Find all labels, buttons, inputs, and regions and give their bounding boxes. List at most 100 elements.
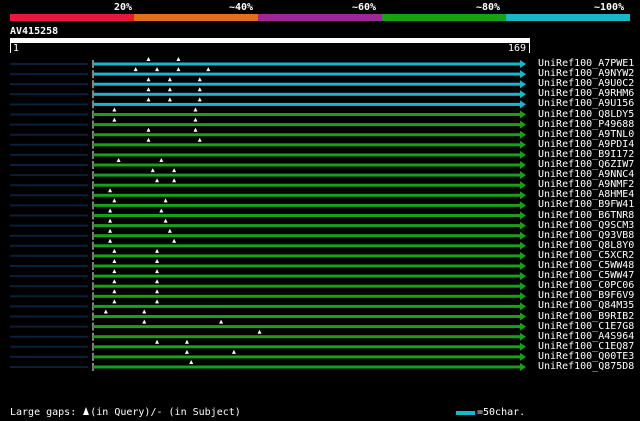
hit-alignment-bar[interactable] xyxy=(93,173,520,177)
query-gap-marker-icon xyxy=(112,289,117,294)
query-gap-marker-icon xyxy=(206,67,211,72)
query-gap-marker-icon xyxy=(112,117,117,122)
query-gap-marker-icon xyxy=(146,127,151,132)
hit-alignment-bar[interactable] xyxy=(93,153,520,157)
hit-arrow-icon xyxy=(520,342,526,351)
query-gap-marker-icon xyxy=(83,407,90,415)
hit-arrow-icon xyxy=(520,191,526,200)
hit-arrow-icon xyxy=(520,150,526,159)
hit-alignment-bar[interactable] xyxy=(93,325,520,329)
query-gap-marker-icon xyxy=(159,208,164,213)
query-gap-marker-icon xyxy=(193,117,198,122)
query-gap-marker-icon xyxy=(257,329,262,334)
hit-arrow-icon xyxy=(520,140,526,149)
hit-alignment-bar[interactable] xyxy=(93,365,520,369)
hit-alignment-bar[interactable] xyxy=(93,244,520,248)
scale-bar xyxy=(456,411,475,415)
hit-arrow-icon xyxy=(520,302,526,311)
hit-label[interactable]: UniRef100_Q875D8 xyxy=(538,361,634,372)
hit-arrow-icon xyxy=(520,251,526,260)
query-gap-marker-icon xyxy=(172,238,177,243)
hit-alignment-bar[interactable] xyxy=(93,133,520,137)
hit-arrow-icon xyxy=(520,171,526,180)
hit-alignment-bar[interactable] xyxy=(93,143,520,147)
hit-alignment-bar[interactable] xyxy=(93,183,520,187)
hit-alignment-bar[interactable] xyxy=(93,214,520,217)
query-gap-marker-icon xyxy=(172,178,177,183)
hit-alignment-bar[interactable] xyxy=(93,123,520,127)
query-gap-text: (in Query)/ xyxy=(90,407,157,418)
hit-arrow-icon xyxy=(520,241,526,250)
query-gap-marker-icon xyxy=(146,57,151,61)
query-gap-marker-icon xyxy=(112,299,117,304)
hit-arrow-icon xyxy=(520,262,526,270)
hit-arrow-icon xyxy=(520,161,526,169)
query-gap-marker-icon xyxy=(142,309,147,314)
query-gap-marker-icon xyxy=(197,137,202,142)
hit-alignment-bar[interactable] xyxy=(93,82,520,86)
hit-arrow-icon xyxy=(520,363,526,371)
hit-alignment-bar[interactable] xyxy=(93,234,520,238)
query-gap-marker-icon xyxy=(219,319,224,324)
gaps-prefix: Large gaps: xyxy=(10,407,83,418)
hit-arrow-icon xyxy=(520,60,526,68)
hit-arrow-icon xyxy=(520,332,526,341)
query-gap-marker-icon xyxy=(112,279,117,284)
hit-alignment-bar[interactable] xyxy=(93,163,520,167)
hit-alignment-bar[interactable] xyxy=(93,254,520,258)
hit-arrow-icon xyxy=(520,110,526,119)
hit-arrow-icon xyxy=(520,272,526,281)
hit-alignment-bar[interactable] xyxy=(93,113,520,116)
hit-arrow-icon xyxy=(520,201,526,210)
query-gap-marker-icon xyxy=(231,349,236,354)
gaps-legend-text: Large gaps: (in Query)/- (in Subject) xyxy=(10,407,241,418)
query-gap-marker-icon xyxy=(146,137,151,142)
hit-arrow-icon xyxy=(520,130,526,139)
hit-alignment-bar[interactable] xyxy=(93,92,520,96)
query-gap-marker-icon xyxy=(159,158,164,162)
hit-alignment-bar[interactable] xyxy=(93,355,520,359)
query-gap-marker-icon xyxy=(133,67,138,72)
hit-alignment-bar[interactable] xyxy=(93,224,520,228)
query-gap-marker-icon xyxy=(155,67,160,72)
scale-label: =50char. xyxy=(477,407,526,418)
hit-alignment-bar[interactable] xyxy=(93,72,520,76)
query-gap-marker-icon xyxy=(184,339,189,344)
query-gap-marker-icon xyxy=(155,289,160,294)
hit-arrow-icon xyxy=(520,322,526,331)
hit-alignment-bar[interactable] xyxy=(93,102,520,106)
hit-arrow-icon xyxy=(520,352,526,361)
hit-arrow-icon xyxy=(520,312,526,321)
hit-arrow-icon xyxy=(520,292,526,301)
hit-alignment-bar[interactable] xyxy=(93,284,520,288)
hit-alignment-bar[interactable] xyxy=(93,193,520,197)
hit-alignment-bar[interactable] xyxy=(93,304,520,308)
query-gap-marker-icon xyxy=(116,158,121,162)
query-gap-marker-icon xyxy=(108,238,113,243)
query-gap-marker-icon xyxy=(108,218,113,223)
hit-arrow-icon xyxy=(520,181,526,190)
hit-arrow-icon xyxy=(520,211,526,220)
hit-alignment-bar[interactable] xyxy=(93,315,520,318)
query-gap-marker-icon xyxy=(146,77,151,82)
hit-alignment-bar[interactable] xyxy=(93,294,520,298)
hit-arrow-icon xyxy=(520,90,526,99)
hit-alignment-bar[interactable] xyxy=(93,345,520,349)
query-gap-marker-icon xyxy=(146,87,151,92)
hit-alignment-bar[interactable] xyxy=(93,274,520,278)
hit-alignment-bar[interactable] xyxy=(93,335,520,339)
hit-alignment-bar[interactable] xyxy=(93,264,520,268)
query-gap-marker-icon xyxy=(112,198,117,203)
query-gap-marker-icon xyxy=(197,77,202,82)
query-gap-marker-icon xyxy=(155,299,160,304)
query-gap-marker-icon xyxy=(176,57,181,61)
hit-alignment-bar[interactable] xyxy=(93,203,520,207)
query-gap-marker-icon xyxy=(142,319,147,324)
query-gap-marker-icon xyxy=(146,97,151,102)
hit-alignment-bar[interactable] xyxy=(93,62,520,66)
query-gap-marker-icon xyxy=(108,208,113,213)
query-gap-marker-icon xyxy=(112,107,117,112)
query-gap-marker-icon xyxy=(163,198,168,203)
query-gap-marker-icon xyxy=(163,218,168,223)
query-gap-marker-icon xyxy=(155,279,160,284)
